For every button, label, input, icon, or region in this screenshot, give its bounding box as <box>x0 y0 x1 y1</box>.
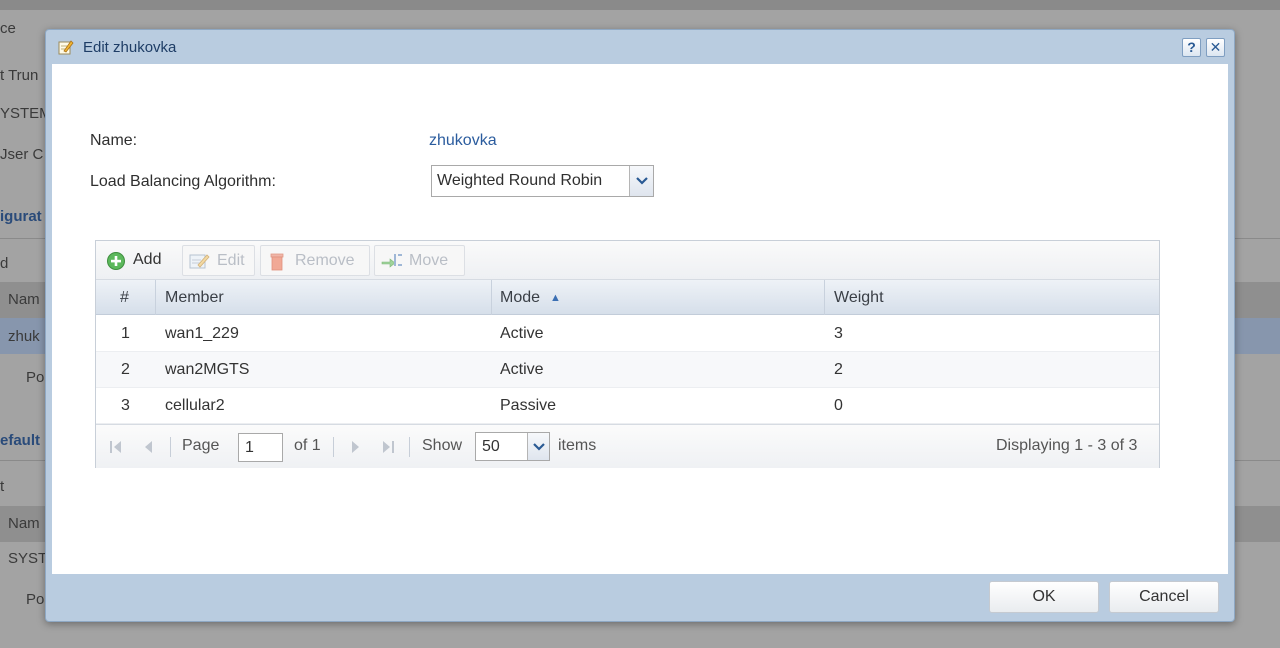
cancel-button[interactable]: Cancel <box>1109 581 1219 613</box>
items-label: items <box>558 437 597 454</box>
last-page-icon[interactable] <box>377 435 399 459</box>
background-label: Nam <box>8 291 40 308</box>
background-label: YSTEM <box>0 105 52 122</box>
dialog-title: Edit zhukovka <box>83 39 177 56</box>
add-icon <box>106 251 126 270</box>
background-label: d <box>0 255 9 272</box>
column-header-weight[interactable]: Weight <box>825 280 1160 315</box>
name-label: Name: <box>90 132 138 149</box>
edit-icon <box>189 252 210 270</box>
pager-separator <box>409 437 410 457</box>
edit-button-label: Edit <box>217 252 245 269</box>
background-label: Jser C <box>0 146 44 163</box>
help-icon[interactable]: ? <box>1182 38 1201 57</box>
algorithm-select[interactable]: Weighted Round Robin <box>431 165 654 197</box>
column-header-mode[interactable]: Mode ▲ <box>492 280 825 315</box>
background-section-title: efault <box>0 432 41 449</box>
sort-ascending-icon: ▲ <box>550 292 561 304</box>
background-label: SYST <box>8 550 48 567</box>
next-page-icon[interactable] <box>344 435 366 459</box>
table-row[interactable]: 3 cellular2 Passive 0 <box>96 388 1159 424</box>
edit-dialog: Edit zhukovka ? ✕ Name: zhukovka Load Ba… <box>45 29 1235 622</box>
background-label: Po <box>26 369 45 386</box>
background-label: Po <box>26 591 45 608</box>
grid-header: # Member Mode ▲ Weight <box>96 280 1159 315</box>
edit-note-icon <box>58 39 74 55</box>
background-label: t Trun <box>0 67 39 84</box>
page-size-value: 50 <box>482 438 500 455</box>
dialog-titlebar[interactable]: Edit zhukovka ? ✕ <box>46 30 1234 64</box>
move-button-label: Move <box>409 252 449 269</box>
table-row[interactable]: 2 wan2MGTS Active 2 <box>96 352 1159 388</box>
grid-pager: Page of 1 Show 50 items <box>96 424 1159 468</box>
grid-toolbar: Add Edit Remove Move <box>96 241 1159 280</box>
edit-button[interactable]: Edit <box>182 245 255 276</box>
pager-separator <box>333 437 334 457</box>
close-icon[interactable]: ✕ <box>1206 38 1225 57</box>
prev-page-icon[interactable] <box>138 435 160 459</box>
dialog-body: Name: zhukovka Load Balancing Algorithm:… <box>52 64 1228 574</box>
page-size-select[interactable]: 50 <box>475 432 550 461</box>
table-row[interactable]: 1 wan1_229 Active 3 <box>96 316 1159 352</box>
chevron-down-icon[interactable] <box>527 433 549 460</box>
background-label: ce <box>0 20 16 37</box>
remove-button-label: Remove <box>295 252 355 269</box>
background-label: zhuk <box>8 328 40 345</box>
displaying-status: Displaying 1 - 3 of 3 <box>996 437 1138 454</box>
background-topbar <box>0 0 1280 10</box>
remove-icon <box>267 252 287 271</box>
algorithm-label: Load Balancing Algorithm: <box>90 173 276 190</box>
name-value: zhukovka <box>429 132 497 149</box>
page-number-input[interactable] <box>238 433 283 462</box>
chevron-down-icon[interactable] <box>629 166 653 196</box>
background-label: Nam <box>8 515 40 532</box>
move-button[interactable]: Move <box>374 245 465 276</box>
algorithm-select-value: Weighted Round Robin <box>437 172 603 189</box>
show-label: Show <box>422 437 463 454</box>
column-header-number[interactable]: # <box>96 280 156 315</box>
column-header-member[interactable]: Member <box>156 280 492 315</box>
members-grid: Add Edit Remove Move # Member Mode ▲ Wei… <box>95 240 1160 468</box>
add-button[interactable]: Add <box>100 245 172 276</box>
page-label: Page <box>182 437 220 454</box>
first-page-icon[interactable] <box>105 435 127 459</box>
move-icon <box>381 252 402 270</box>
page-count-label: of 1 <box>294 437 321 454</box>
remove-button[interactable]: Remove <box>260 245 370 276</box>
add-button-label: Add <box>133 251 162 268</box>
background-section-title: igurat <box>0 208 42 225</box>
background-label: t <box>0 478 5 495</box>
ok-button[interactable]: OK <box>989 581 1099 613</box>
pager-separator <box>170 437 171 457</box>
